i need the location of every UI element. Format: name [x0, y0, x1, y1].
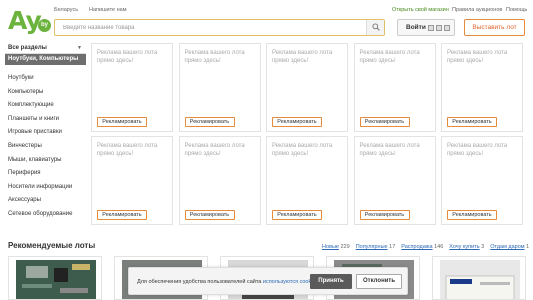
ad-slot-text: Реклама вашего лота прямо здесь! [97, 50, 158, 64]
ad-slot-text: Реклама вашего лота прямо здесь! [447, 50, 508, 64]
advertise-button[interactable]: Рекламировать [97, 210, 147, 220]
ad-slot-text: Реклама вашего лота прямо здесь! [272, 143, 333, 157]
sidebar-item[interactable]: Сетевое оборудование [5, 208, 86, 222]
tab-count: 229 [340, 244, 350, 250]
sidebar-item[interactable]: Ноутбуки [5, 72, 86, 86]
lot-card[interactable] [8, 256, 102, 300]
search-icon [372, 23, 380, 31]
advertise-button[interactable]: Рекламировать [97, 117, 147, 127]
recommended-tab[interactable]: Хочу купить 3 [449, 244, 484, 250]
advertise-button[interactable]: Рекламировать [447, 117, 497, 127]
ad-slot-text: Реклама вашего лота прямо здесь! [447, 143, 508, 157]
decline-cookies-button[interactable]: Отклонить [356, 274, 402, 289]
lot-image [16, 260, 96, 299]
cookie-banner: Для обеспечения удобства пользователей с… [128, 267, 408, 295]
sidebar-item[interactable]: Комплектующие [5, 99, 86, 113]
help-link[interactable]: Помощь [506, 7, 527, 13]
top-links-bar: Беларусь Напишите нам Открыть свой магаз… [0, 0, 533, 16]
login-button[interactable]: Войти [397, 19, 455, 36]
ok-icon[interactable] [436, 25, 442, 31]
search-button[interactable] [366, 20, 384, 35]
ad-slot: Реклама вашего лота прямо здесь! Рекламир… [178, 136, 261, 225]
recommended-tab[interactable]: Новые 229 [322, 244, 350, 250]
ad-slot-text: Реклама вашего лота прямо здесь! [184, 143, 245, 157]
ad-slot: Реклама вашего лота прямо здесь! Рекламир… [266, 136, 348, 225]
ad-slot: Реклама вашего лота прямо здесь! Рекламир… [91, 136, 173, 225]
ad-slot: Реклама вашего лота прямо здесь! Рекламир… [266, 43, 348, 132]
tab-label: Хочу купить [449, 244, 480, 250]
advertise-button[interactable]: Рекламировать [359, 210, 410, 220]
sidebar-item[interactable]: Винчестеры [5, 140, 86, 154]
open-shop-link[interactable]: Открыть свой магазин [392, 7, 449, 13]
recommended-title: Рекомендуемые лоты [8, 241, 96, 250]
site-logo[interactable]: Ay by [8, 6, 51, 38]
tab-count: 17 [389, 244, 396, 250]
ad-slot-text: Реклама вашего лота прямо здесь! [359, 50, 420, 64]
tab-label: Популярные [355, 244, 388, 250]
lot-card[interactable] [432, 256, 526, 300]
recommended-tabs: Новые 229 Популярные 17 Распродажа 146 Хочу… [322, 244, 533, 250]
auction-rules-link[interactable]: Правила аукционов [452, 7, 502, 13]
logo-badge: by [38, 19, 51, 32]
cookie-text: Для обеспечения удобства пользователей с… [137, 279, 319, 285]
lot-image [440, 260, 520, 299]
sidebar-item[interactable]: Компьютеры [5, 86, 86, 100]
sell-button[interactable]: Выставить лот [464, 19, 525, 36]
recommended-tab[interactable]: Отдам даром 1 [490, 244, 529, 250]
fb-icon[interactable] [444, 25, 450, 31]
ad-slot: Реклама вашего лота прямо здесь! Рекламир… [441, 136, 523, 225]
ad-slot: Реклама вашего лота прямо здесь! Рекламир… [353, 136, 436, 225]
contact-link[interactable]: Напишите нам [89, 7, 127, 13]
ad-slot: Реклама вашего лота прямо здесь! Рекламир… [441, 43, 523, 132]
ad-slot-text: Реклама вашего лота прямо здесь! [272, 50, 333, 64]
ad-slot: Реклама вашего лота прямо здесь! Рекламир… [178, 43, 261, 132]
sidebar-item[interactable]: Аксессуары [5, 194, 86, 208]
tab-count: 146 [434, 244, 444, 250]
sidebar-item-active[interactable]: Ноутбуки, Компьютеры [5, 54, 86, 65]
ad-slot: Реклама вашего лота прямо здесь! Рекламир… [91, 43, 173, 132]
tab-count: 1 [526, 244, 530, 250]
chevron-down-icon: ▼ [77, 45, 82, 51]
vk-icon[interactable] [428, 25, 434, 31]
sidebar-item[interactable]: Периферия [5, 167, 86, 181]
tab-label: Новые [322, 244, 339, 250]
sidebar-item[interactable]: Планшеты и книги [5, 113, 86, 127]
recommended-tab[interactable]: Популярные 17 [356, 244, 396, 250]
advertise-button[interactable]: Рекламировать [447, 210, 497, 220]
search-input[interactable] [55, 20, 365, 35]
advertise-button[interactable]: Рекламировать [272, 117, 322, 127]
ad-slot-text: Реклама вашего лота прямо здесь! [184, 50, 245, 64]
search-bar [54, 19, 385, 36]
advertise-button[interactable]: Рекламировать [184, 210, 235, 220]
advertise-button[interactable]: Рекламировать [359, 117, 410, 127]
accept-cookies-button[interactable]: Принять [310, 274, 352, 289]
sidebar-item[interactable]: Игровые приставки [5, 126, 86, 140]
advertise-button[interactable]: Рекламировать [272, 210, 322, 220]
region-link[interactable]: Беларусь [54, 7, 78, 13]
category-sidebar: Все разделы ▼ Ноутбуки, Компьютеры Ноутб… [5, 43, 86, 222]
sidebar-item[interactable]: Носители информации [5, 181, 86, 195]
tab-label: Отдам даром [490, 244, 525, 250]
recommended-tab[interactable]: Распродажа 146 [401, 244, 443, 250]
sidebar-item[interactable]: Мыши, клавиатуры [5, 154, 86, 168]
ad-slot-text: Реклама вашего лота прямо здесь! [97, 143, 158, 157]
ad-slot: Реклама вашего лота прямо здесь! Рекламир… [353, 43, 436, 132]
all-categories-toggle[interactable]: Все разделы ▼ [5, 43, 86, 54]
advertise-button[interactable]: Рекламировать [184, 117, 235, 127]
tab-count: 3 [481, 244, 485, 250]
ad-slot-text: Реклама вашего лота прямо здесь! [359, 143, 420, 157]
tab-label: Распродажа [401, 244, 433, 250]
all-categories-label: Все разделы [8, 45, 47, 51]
logo-text: Ay [8, 6, 42, 35]
login-label: Войти [406, 24, 426, 31]
